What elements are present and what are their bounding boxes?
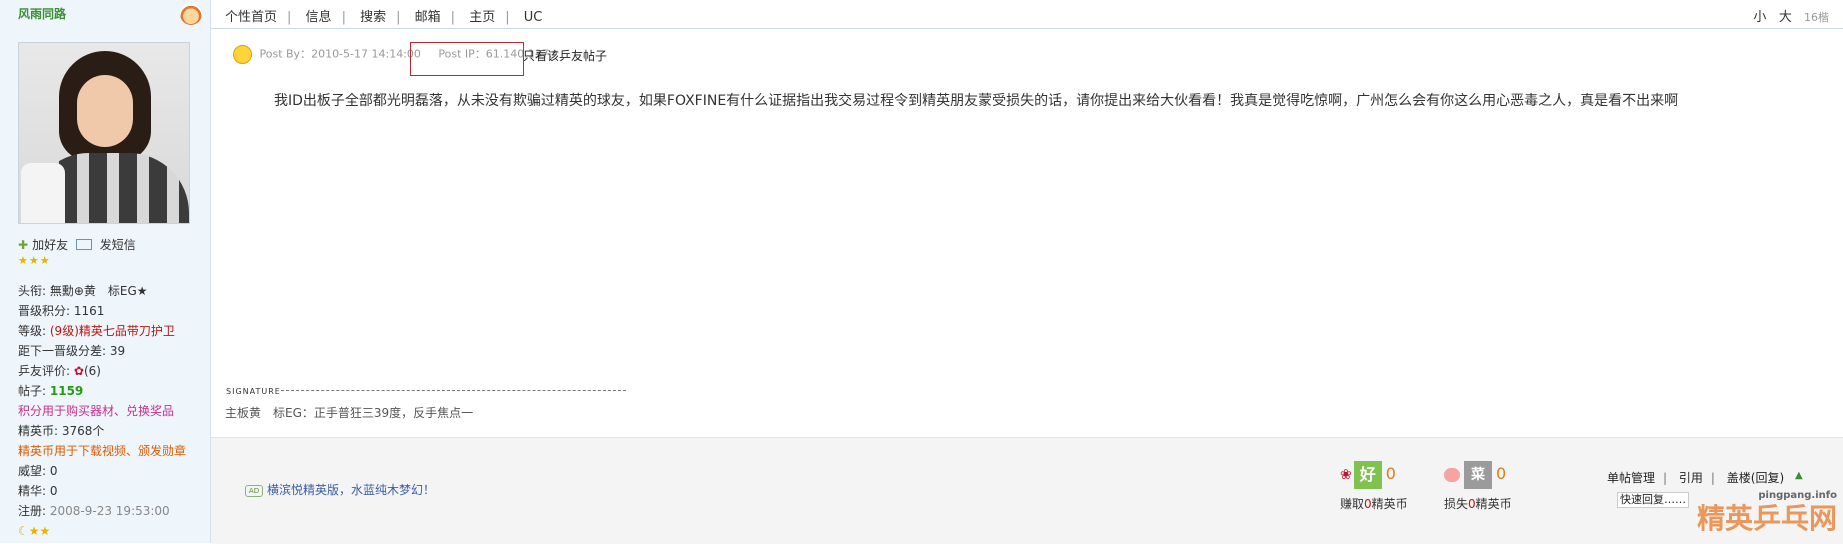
font-small-button[interactable]: 小 (1753, 10, 1766, 25)
signature-label: SIGNATURE (226, 387, 281, 396)
profile-title: 头衔: 無勳⊕黄 标EG★ (18, 284, 148, 298)
nav-mailbox[interactable]: 邮箱 (415, 10, 441, 25)
font-level[interactable]: 16楷 (1804, 11, 1829, 24)
only-view-user-link[interactable]: 只看该乒友帖子 (523, 47, 607, 64)
profile-points: 晋级积分: 1161 (18, 304, 105, 318)
signature-text: 主板黄 标EG：正手普狂三39度，反手焦点一 (225, 406, 474, 420)
signature-divider (281, 390, 626, 391)
ad-icon: AD (245, 484, 263, 497)
ad-link[interactable]: AD 横滨悦精英版，水蓝纯木梦幻！ (245, 481, 435, 498)
good-count: 0 (1385, 463, 1396, 483)
nav-info[interactable]: 信息 (306, 10, 332, 25)
reply-link[interactable]: 盖楼(回复) (1727, 471, 1784, 485)
smile-icon (233, 45, 252, 64)
font-large-button[interactable]: 大 (1779, 10, 1792, 25)
good-icon[interactable]: 好 (1353, 461, 1382, 489)
font-size-controls: 小 大 16楷 (1753, 6, 1829, 25)
nav-home[interactable]: 个性首页 (225, 10, 277, 25)
up-arrow-icon[interactable]: ▲ (1795, 470, 1803, 481)
bad-label: 损失0精英币 (1444, 497, 1512, 511)
username[interactable]: 风雨同路 (18, 5, 66, 22)
add-friend-link[interactable]: 加好友 (32, 238, 68, 252)
ip-highlight-box (410, 42, 524, 76)
nav-homepage[interactable]: 主页 (469, 10, 495, 25)
profile-level: 等级: (9级)精英七品带刀护卫 (18, 324, 175, 338)
profile-next-level: 距下一晋级分差: 39 (18, 344, 126, 358)
bad-count: 0 (1496, 463, 1507, 483)
mail-icon (75, 239, 92, 250)
coins-note-link[interactable]: 精英币用于下载视频、颁发勋章 (18, 441, 186, 461)
profile-prestige: 威望: 0 (18, 464, 58, 478)
send-message-link[interactable]: 发短信 (100, 238, 136, 252)
quick-reply-select[interactable]: 快速回复…… (1617, 492, 1689, 508)
bad-vote[interactable]: 菜0 损失0精英币 (1444, 461, 1512, 512)
nav-search[interactable]: 搜索 (360, 10, 386, 25)
profile-coins: 精英币: 3768个 (18, 424, 105, 438)
user-status-icon (180, 3, 202, 25)
nav-uc[interactable]: UC (524, 10, 543, 25)
bad-icon[interactable]: 菜 (1464, 461, 1492, 489)
manage-post-link[interactable]: 单帖管理 (1607, 471, 1655, 485)
profile-rating: 乒友评价: ✿(6) (18, 364, 101, 378)
add-friend-icon: ✚ (18, 238, 29, 252)
good-label: 赚取0精英币 (1340, 497, 1408, 511)
user-profile: 头衔: 無勳⊕黄 标EG★ 晋级积分: 1161 等级: (9级)精英七品带刀护… (18, 281, 186, 541)
post-footer (211, 437, 1843, 544)
post-menu: 单帖管理 | 引用 | 盖楼(回复) (1607, 471, 1785, 485)
rank-stars: ★★★ (18, 254, 51, 267)
profile-register: 注册: 2008-9-23 19:53:00 (18, 504, 170, 518)
moon-stars-icon: ☾★★ (18, 524, 51, 538)
quote-link[interactable]: 引用 (1679, 471, 1703, 485)
top-nav: 个性首页 | 信息 | 搜索 | 邮箱 | 主页 | UC (225, 10, 543, 25)
avatar[interactable] (18, 42, 190, 224)
profile-essence: 精华: 0 (18, 484, 58, 498)
points-note-link[interactable]: 积分用于购买器材、兑换奖品 (18, 401, 186, 421)
post-content: 我ID出板子全部都光明磊落，从未没有欺骗过精英的球友，如果FOXFINE有什么证… (274, 93, 1679, 109)
rose-icon: ✿ (73, 364, 84, 378)
user-actions: ✚ 加好友 发短信 (18, 236, 140, 253)
profile-posts: 帖子: 1159 (18, 384, 84, 398)
post-by: Post By：2010-5-17 14:14:00 (259, 47, 421, 61)
pig-icon (1444, 468, 1460, 482)
rose-icon: ❀ (1340, 466, 1352, 483)
good-vote[interactable]: ❀ 好 0 赚取0精英币 (1340, 461, 1408, 512)
watermark-logo: pingpang.info 精英乒乓网 (1696, 490, 1837, 535)
